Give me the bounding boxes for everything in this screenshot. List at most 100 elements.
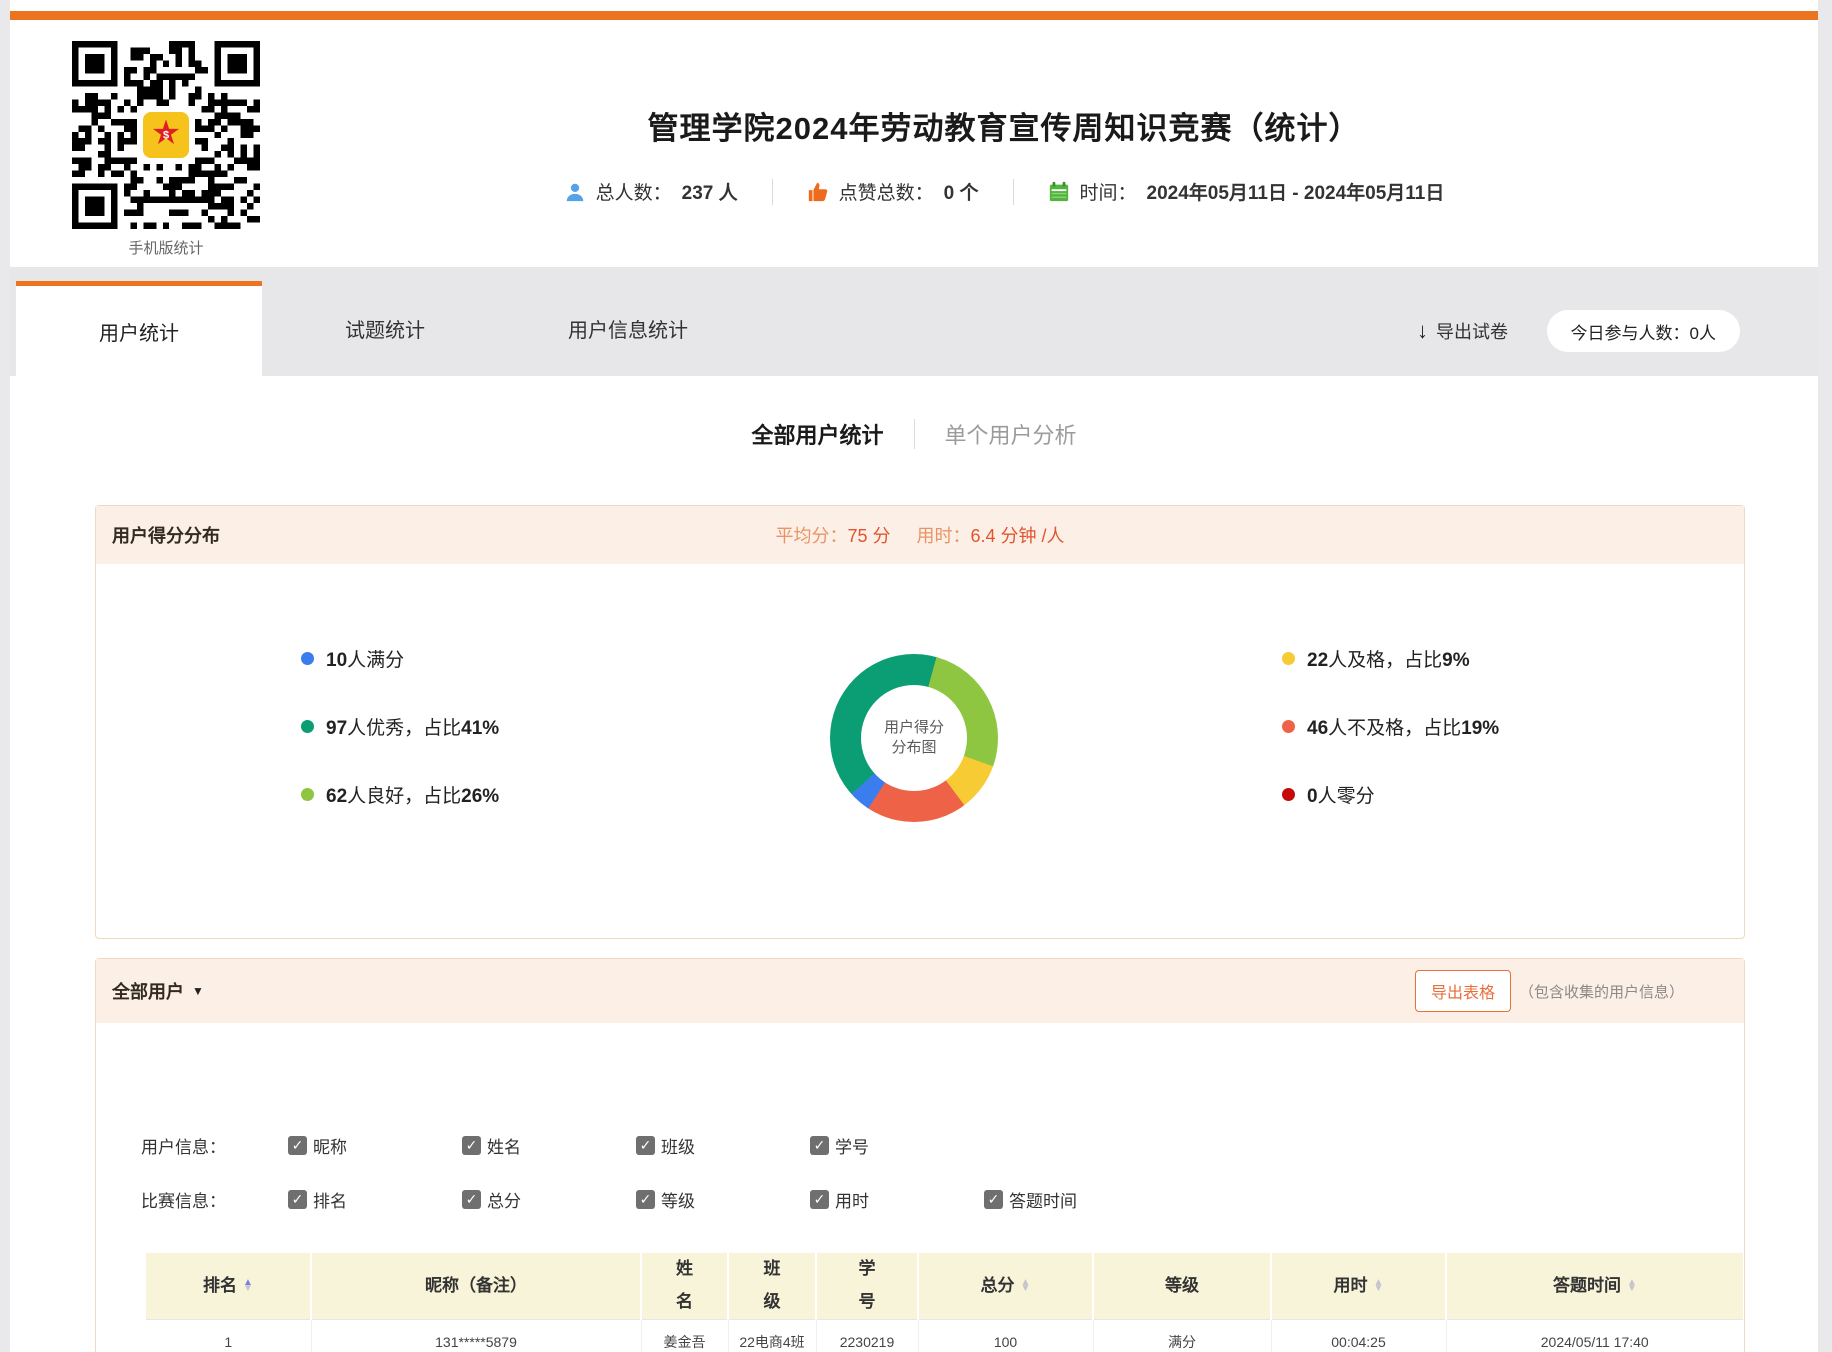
table-cell: 22电商4班 xyxy=(728,1319,816,1352)
person-icon xyxy=(564,181,586,203)
table-cell: 满分 xyxy=(1093,1319,1271,1352)
table-row: 1131*****5879姜金吾22电商4班2230219100满分00:04:… xyxy=(146,1319,1743,1352)
donut-center-line1: 用户得分 xyxy=(884,718,944,738)
legend-item: 22人及格，占比9% xyxy=(1282,646,1702,670)
legend-label: 62人良好，占比26% xyxy=(326,781,499,808)
column-header-label: 答题时间 xyxy=(1553,1270,1621,1302)
table-cell: 2024/05/11 17:40 xyxy=(1446,1319,1743,1352)
filter-checkbox-昵称[interactable]: ✓ 昵称 xyxy=(288,1133,462,1158)
divider xyxy=(1013,179,1014,205)
checkbox-label: 班级 xyxy=(661,1133,695,1158)
export-table-button[interactable]: 导出表格 xyxy=(1415,970,1511,1012)
thumbs-up-icon xyxy=(807,181,829,203)
stat-time: 时间：2024年05月11日 - 2024年05月11日 xyxy=(1048,178,1445,205)
table-cell: 100 xyxy=(918,1319,1093,1352)
filter-checkbox-答题时间[interactable]: ✓ 答题时间 xyxy=(984,1187,1158,1212)
legend-dot-icon xyxy=(301,788,314,801)
qr-code: ★ $ xyxy=(72,41,260,229)
download-icon: ↓ xyxy=(1417,320,1428,342)
checkbox-icon[interactable]: ✓ xyxy=(462,1136,481,1155)
legend-label: 97人优秀，占比41% xyxy=(326,713,499,740)
users-card-title[interactable]: 全部用户 ▼ xyxy=(112,978,204,1004)
checkbox-icon[interactable]: ✓ xyxy=(984,1190,1003,1209)
checkbox-label: 姓名 xyxy=(487,1133,521,1158)
export-note: （包含收集的用户信息） xyxy=(1519,981,1684,1002)
legend-item: 62人良好，占比26% xyxy=(301,782,721,806)
dollar-glyph: $ xyxy=(163,129,169,141)
table-cell: 2230219 xyxy=(816,1319,918,1352)
column-header-等级: 等级 xyxy=(1093,1253,1271,1319)
column-header-label: 排名 xyxy=(203,1270,237,1302)
table-cell: 姜金吾 xyxy=(641,1319,728,1352)
users-card-header: 全部用户 ▼ 导出表格 （包含收集的用户信息） xyxy=(96,959,1744,1023)
filter-checkbox-排名[interactable]: ✓ 排名 xyxy=(288,1187,462,1212)
sort-arrows-icon[interactable]: ▲▼ xyxy=(243,1280,253,1292)
filter-checkbox-用时[interactable]: ✓用时 xyxy=(810,1187,984,1212)
checkbox-label: 答题时间 xyxy=(1009,1187,1077,1212)
filter-checkbox-姓名[interactable]: ✓ 姓名 xyxy=(462,1133,636,1158)
sort-arrows-icon[interactable]: ▲▼ xyxy=(1627,1280,1637,1292)
tab-bar: 用户统计 试题统计 用户信息统计 ↓ 导出试卷 今日参与人数：0人 xyxy=(10,267,1818,376)
column-header-label: 姓名 xyxy=(676,1253,693,1318)
filter-checkbox-班级[interactable]: ✓ 班级 xyxy=(636,1133,810,1158)
legend-dot-icon xyxy=(1282,720,1295,733)
legend-label: 10人满分 xyxy=(326,645,404,672)
checkbox-icon[interactable]: ✓ xyxy=(462,1190,481,1209)
stat-value: 237 人 xyxy=(682,178,738,205)
export-paper-label: 导出试卷 xyxy=(1436,318,1508,344)
sort-arrows-icon[interactable]: ▲▼ xyxy=(1021,1280,1031,1292)
legend-label: 46人不及格，占比19% xyxy=(1307,713,1499,740)
filter-checkbox-学号[interactable]: ✓学号 xyxy=(810,1133,984,1158)
users-table: 排名▲▼昵称（备注）姓名班级学号总分▲▼等级用时▲▼答题时间▲▼ 1131***… xyxy=(146,1253,1743,1352)
export-paper-button[interactable]: ↓ 导出试卷 xyxy=(1417,311,1508,351)
column-header-答题时间[interactable]: 答题时间 ▲▼ xyxy=(1446,1253,1743,1319)
filter-row-label: 用户信息： xyxy=(141,1133,288,1158)
page-title: 管理学院2024年劳动教育宣传周知识竞赛（统计） xyxy=(250,103,1758,148)
stat-label: 点赞总数： xyxy=(839,178,934,205)
checkbox-icon[interactable]: ✓ xyxy=(636,1136,655,1155)
donut-center-line2: 分布图 xyxy=(891,738,936,758)
column-header-label: 总分 xyxy=(981,1270,1015,1302)
legend-item: 46人不及格，占比19% xyxy=(1282,714,1702,738)
sub-tab-bar: 全部用户统计 单个用户分析 xyxy=(10,418,1818,450)
users-card-title-text: 全部用户 xyxy=(112,978,184,1004)
avg-score-value: 75 分 xyxy=(847,526,890,546)
column-header-用时[interactable]: 用时 ▲▼ xyxy=(1271,1253,1446,1319)
filter-row-user-info: 用户信息：✓昵称✓姓名✓班级✓学号 xyxy=(141,1133,1724,1158)
filter-checkbox-总分[interactable]: ✓总分 xyxy=(462,1187,636,1212)
legend-dot-icon xyxy=(1282,652,1295,665)
checkbox-icon[interactable]: ✓ xyxy=(810,1136,829,1155)
checkbox-icon[interactable]: ✓ xyxy=(288,1136,307,1155)
checkbox-icon[interactable]: ✓ xyxy=(810,1190,829,1209)
column-header-班级: 班级 xyxy=(728,1253,816,1319)
calendar-icon xyxy=(1048,181,1070,203)
checkbox-label: 昵称 xyxy=(313,1133,347,1158)
column-header-总分[interactable]: 总分 ▲▼ xyxy=(918,1253,1093,1319)
subtab-single-user[interactable]: 单个用户分析 xyxy=(945,418,1077,450)
all-users-card: 全部用户 ▼ 导出表格 （包含收集的用户信息） 用户信息：✓昵称✓姓名✓班级✓学… xyxy=(95,958,1745,1352)
avg-time-value: 6.4 分钟 /人 xyxy=(971,526,1065,546)
subtab-all-users[interactable]: 全部用户统计 xyxy=(751,418,883,450)
stat-label: 时间： xyxy=(1080,178,1137,205)
checkbox-icon[interactable]: ✓ xyxy=(636,1190,655,1209)
checkbox-icon[interactable]: ✓ xyxy=(288,1190,307,1209)
legend-label: 0人零分 xyxy=(1307,781,1375,808)
column-header-label: 班级 xyxy=(764,1253,781,1318)
today-participants-badge: 今日参与人数：0人 xyxy=(1547,310,1740,352)
tab-user-info-stats[interactable]: 用户信息统计 xyxy=(538,281,718,376)
stat-label: 总人数： xyxy=(596,178,672,205)
column-header-label: 用时 xyxy=(1334,1270,1368,1302)
legend-dot-icon xyxy=(301,652,314,665)
column-header-排名[interactable]: 排名 ▲▼ xyxy=(146,1253,311,1319)
column-header-姓名: 姓名 xyxy=(641,1253,728,1319)
avg-time-label: 用时： xyxy=(917,526,971,546)
tab-question-stats[interactable]: 试题统计 xyxy=(320,281,450,376)
checkbox-label: 排名 xyxy=(313,1187,347,1212)
filter-checkbox-等级[interactable]: ✓等级 xyxy=(636,1187,810,1212)
score-distribution-card: 用户得分分布 平均分：75 分用时：6.4 分钟 /人 10人满分97人优秀，占… xyxy=(95,505,1745,939)
legend-dot-icon xyxy=(301,720,314,733)
legend-dot-icon xyxy=(1282,788,1295,801)
table-cell: 1 xyxy=(146,1319,311,1352)
sort-arrows-icon[interactable]: ▲▼ xyxy=(1374,1280,1384,1292)
tab-user-stats[interactable]: 用户统计 xyxy=(16,281,262,376)
